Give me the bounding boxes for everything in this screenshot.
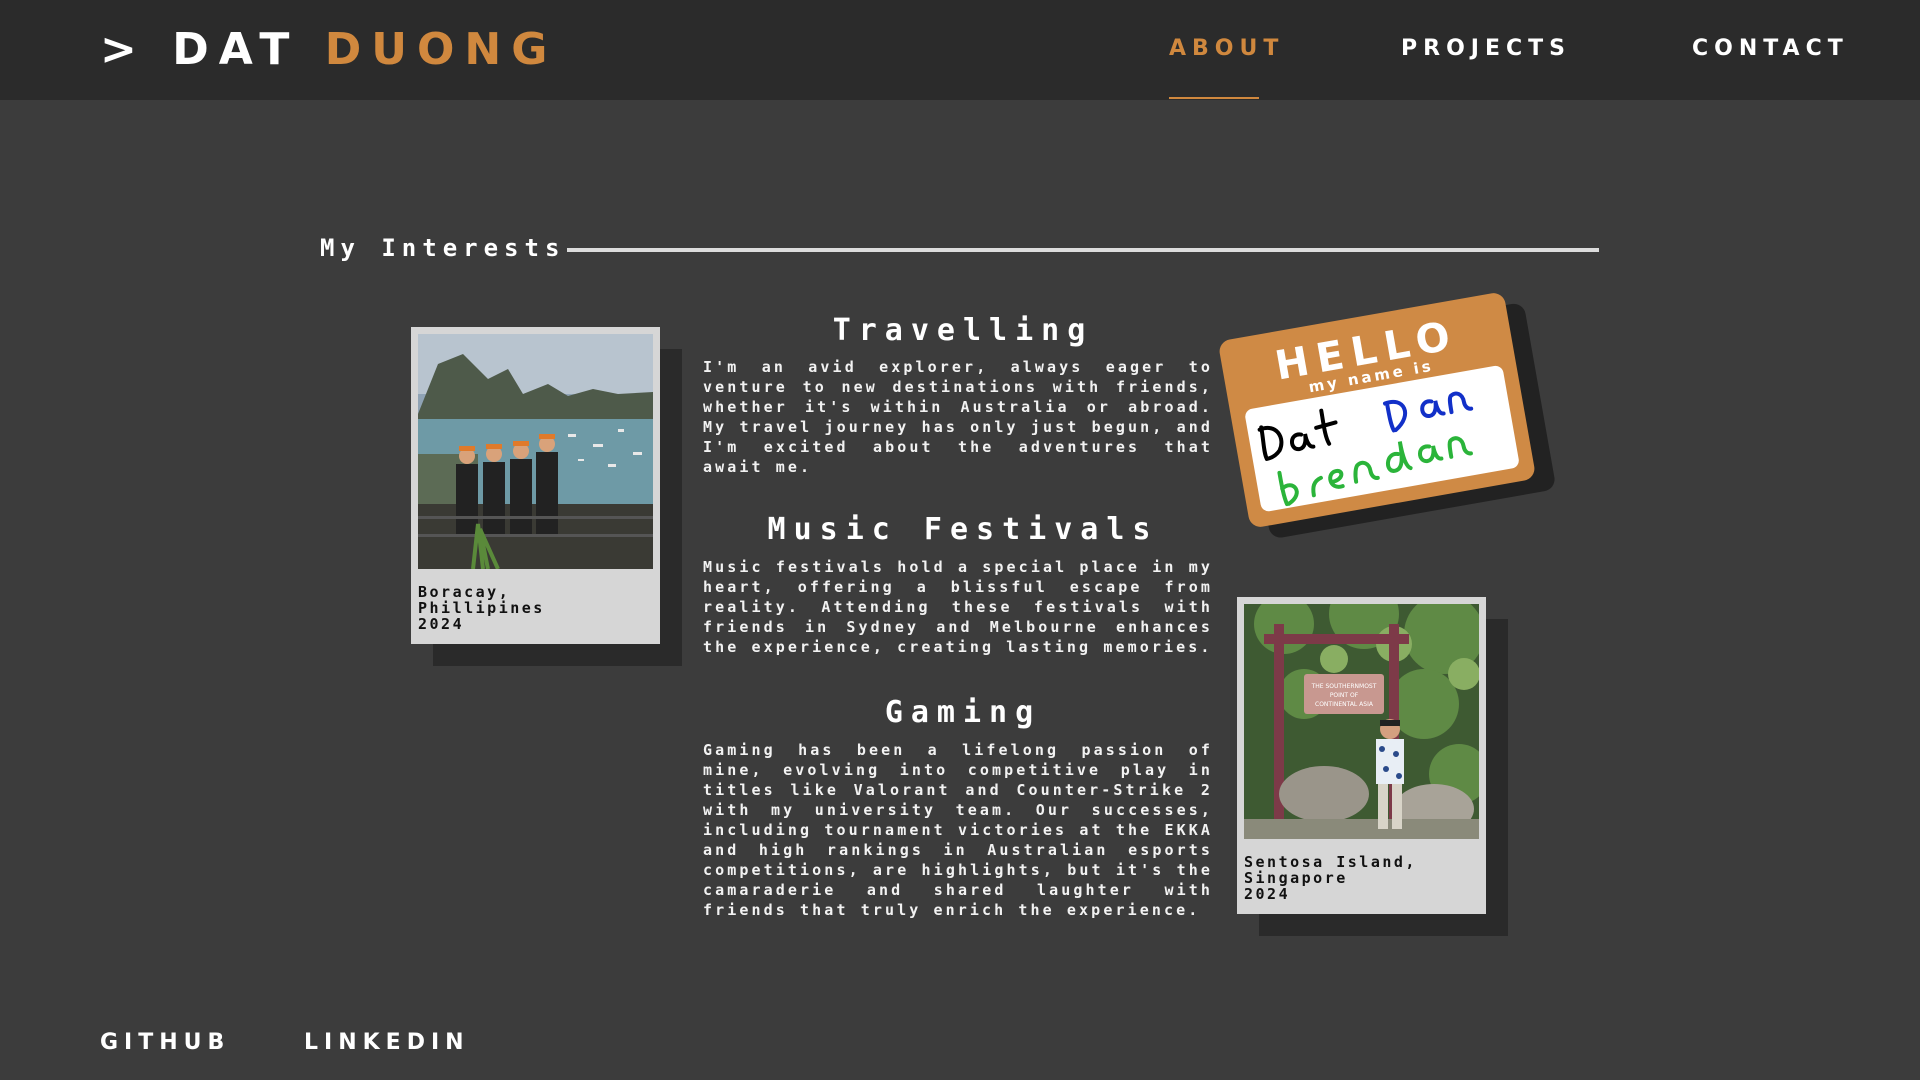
sign-text-line-3: CONTINENTAL ASIA xyxy=(1315,701,1374,708)
photo-boracay xyxy=(418,334,653,569)
photo-caption: Boracay, Phillipines 2024 xyxy=(418,583,545,633)
sign-text-line-1: THE SOUTHERNMOST xyxy=(1311,683,1377,690)
section-divider xyxy=(567,248,1599,252)
polaroid-sentosa: THE SOUTHERNMOST POINT OF CONTINENTAL AS… xyxy=(1237,597,1508,936)
section-title: My Interests xyxy=(320,234,566,262)
logo-first-name: DAT xyxy=(172,24,300,75)
footer-linkedin-link[interactable]: LINKEDIN xyxy=(304,1030,470,1055)
interest-text-gaming: Gaming has been a lifelong passion of mi… xyxy=(703,741,1213,919)
nav-active-underline xyxy=(1169,97,1259,99)
nav-about[interactable]: ABOUT xyxy=(1169,36,1284,61)
sign-text-line-2: POINT OF xyxy=(1330,692,1359,699)
footer-github-link[interactable]: GITHUB xyxy=(100,1030,230,1055)
top-nav: > DAT DUONG ABOUT PROJECTS CONTACT xyxy=(0,0,1920,100)
site-logo[interactable]: > DAT DUONG xyxy=(100,24,557,75)
name-badge: HELLO my name is xyxy=(1217,291,1557,540)
interest-title-music-festivals: Music Festivals xyxy=(767,512,1159,547)
logo-last-name: DUONG xyxy=(324,24,558,75)
logo-prompt: > xyxy=(100,24,147,75)
interest-title-gaming: Gaming xyxy=(884,695,1042,730)
interest-title-travelling: Travelling xyxy=(832,313,1094,348)
nav-contact[interactable]: CONTACT xyxy=(1692,36,1849,61)
nav-projects[interactable]: PROJECTS xyxy=(1401,36,1571,61)
interest-text-travelling: I'm an avid explorer, always eager to ve… xyxy=(703,358,1213,476)
photo-sentosa: THE SOUTHERNMOST POINT OF CONTINENTAL AS… xyxy=(1244,604,1479,839)
interest-text-music-festivals: Music festivals hold a special place in … xyxy=(703,558,1213,656)
polaroid-boracay: Boracay, Phillipines 2024 xyxy=(411,327,682,666)
photo-caption: Sentosa Island, Singapore 2024 xyxy=(1244,853,1417,903)
